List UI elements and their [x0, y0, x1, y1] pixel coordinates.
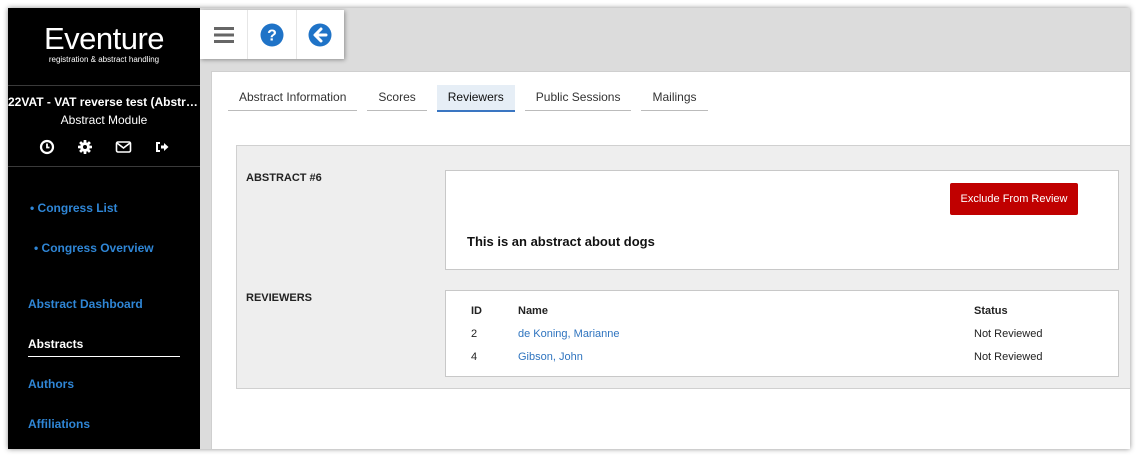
app-window: Eventure registration & abstract handlin…: [8, 8, 1130, 449]
reviewers-table: ID Name Status 2 de Koning, Marianne Not…: [445, 290, 1119, 377]
divider: [8, 85, 200, 86]
mail-icon[interactable]: [115, 139, 132, 155]
module-name: Abstract Module: [60, 113, 148, 127]
active-nav-underline: [28, 356, 180, 357]
nav-congress-overview[interactable]: • Congress Overview: [34, 241, 154, 255]
abstract-label: ABSTRACT #6: [246, 172, 322, 184]
col-header-status: Status: [974, 305, 1008, 317]
back-button[interactable]: [297, 10, 344, 59]
top-toolbar: ?: [200, 10, 344, 59]
reviewer-id: 4: [471, 351, 478, 363]
brand-name: Eventure: [43, 21, 165, 56]
tab-public-sessions[interactable]: Public Sessions: [524, 85, 632, 111]
congress-info: 22VAT - VAT reverse test (Abstract... Ab…: [8, 94, 200, 127]
reviewer-name-link[interactable]: de Koning, Marianne: [518, 328, 620, 340]
back-icon: [308, 23, 332, 46]
clock-icon[interactable]: [39, 139, 55, 155]
gear-icon[interactable]: [77, 139, 93, 155]
col-header-id: ID: [471, 305, 482, 317]
tab-scores[interactable]: Scores: [367, 85, 427, 111]
logout-icon[interactable]: [154, 139, 170, 155]
tab-abstract-information[interactable]: Abstract Information: [228, 85, 358, 111]
exclude-from-review-button[interactable]: Exclude From Review: [950, 183, 1078, 215]
abstract-section: ABSTRACT #6 Exclude From Review This is …: [236, 145, 1130, 389]
help-icon: ?: [260, 23, 284, 46]
nav-abstract-dashboard[interactable]: Abstract Dashboard: [28, 297, 143, 311]
congress-title: 22VAT - VAT reverse test (Abstract...: [8, 95, 200, 109]
logo[interactable]: Eventure registration & abstract handlin…: [8, 21, 200, 65]
nav-authors[interactable]: Authors: [28, 377, 74, 391]
sidebar-icon-bar: [8, 139, 200, 155]
reviewer-name-link[interactable]: Gibson, John: [518, 351, 583, 363]
nav-affiliations[interactable]: Affiliations: [28, 417, 90, 431]
brand-tagline: registration & abstract handling: [48, 55, 160, 64]
help-button[interactable]: ?: [248, 10, 297, 59]
svg-text:?: ?: [267, 27, 277, 44]
nav-congress-list[interactable]: • Congress List: [30, 201, 118, 215]
menu-icon: [213, 26, 234, 43]
reviewer-status: Not Reviewed: [974, 328, 1043, 340]
abstract-text: This is an abstract about dogs: [467, 234, 655, 249]
tab-reviewers[interactable]: Reviewers: [436, 85, 515, 112]
reviewers-label: REVIEWERS: [246, 292, 313, 304]
reviewer-status: Not Reviewed: [974, 351, 1043, 363]
tab-mailings[interactable]: Mailings: [641, 85, 708, 111]
divider: [8, 166, 200, 167]
nav-abstracts[interactable]: Abstracts: [28, 337, 83, 351]
reviewer-id: 2: [471, 328, 478, 340]
tab-bar: Abstract Information Scores Reviewers Pu…: [228, 85, 708, 112]
abstract-box: Exclude From Review This is an abstract …: [445, 170, 1119, 270]
menu-button[interactable]: [200, 10, 249, 59]
sidebar: Eventure registration & abstract handlin…: [8, 8, 200, 449]
content-panel: Abstract Information Scores Reviewers Pu…: [211, 71, 1130, 449]
col-header-name: Name: [518, 305, 548, 317]
